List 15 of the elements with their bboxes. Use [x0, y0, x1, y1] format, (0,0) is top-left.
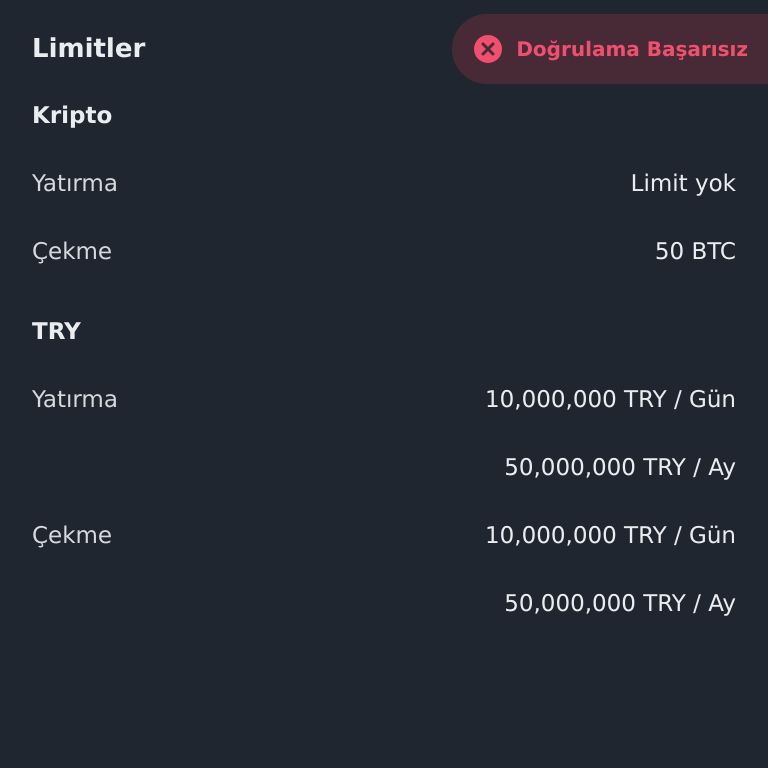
error-icon: [474, 34, 502, 62]
page-title: Limitler: [32, 34, 146, 64]
limit-value: 50,000,000 TRY / Ay: [504, 455, 736, 481]
limit-label: Yatırma: [32, 171, 118, 197]
limit-value: 10,000,000 TRY / Gün: [485, 387, 736, 413]
limit-value: 50,000,000 TRY / Ay: [504, 591, 736, 617]
section-title: Kripto: [32, 103, 112, 129]
limit-label: Yatırma: [32, 387, 118, 413]
limit-label: Çekme: [32, 239, 112, 265]
status-badge: Doğrulama Başarısız: [452, 14, 768, 84]
limit-value: 50 BTC: [654, 239, 736, 265]
limit-value: 10,000,000 TRY / Gün: [485, 523, 736, 549]
limit-value: Limit yok: [630, 171, 736, 197]
limit-label: Çekme: [32, 523, 112, 549]
section-title: TRY: [32, 319, 81, 345]
